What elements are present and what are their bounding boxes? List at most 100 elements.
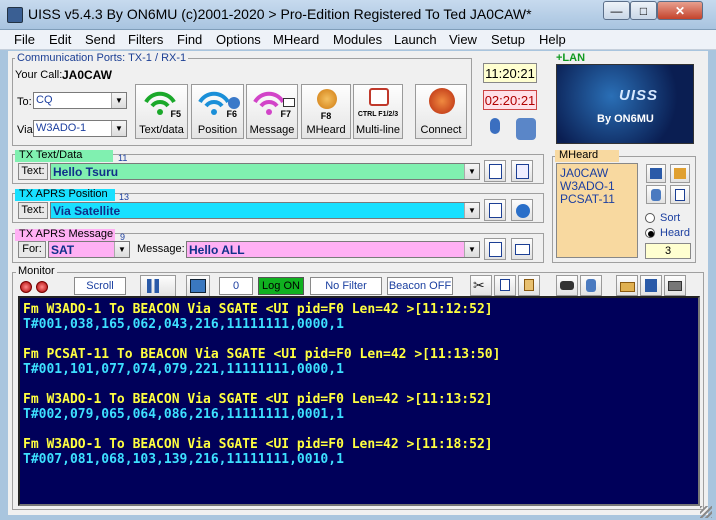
menu-edit[interactable]: Edit: [49, 32, 71, 47]
tx-text-field-label: Text:: [18, 163, 48, 180]
menu-send[interactable]: Send: [85, 32, 115, 47]
chevron-down-icon[interactable]: ▼: [111, 121, 126, 136]
mheard-count: 3: [645, 243, 691, 259]
save-list-icon[interactable]: [646, 164, 666, 183]
copy-icon[interactable]: [494, 275, 516, 296]
uiss-logo: UISS By ON6MU: [556, 64, 694, 144]
title-bar[interactable]: UISS v5.4.3 By ON6MU (c)2001-2020 > Pro-…: [0, 0, 716, 30]
edit-position-icon[interactable]: [484, 199, 506, 221]
led-icon: [36, 281, 48, 293]
mheard-button[interactable]: F8 MHeard: [301, 84, 351, 139]
scroll-button[interactable]: Scroll: [74, 277, 126, 295]
mheard-item[interactable]: W3ADO-1: [560, 179, 615, 193]
tx-pos-combo[interactable]: Via Satellite ▼: [50, 202, 480, 219]
globe-icon: [228, 97, 240, 109]
maximize-button[interactable]: □: [630, 1, 657, 20]
mheard-list[interactable]: JA0CAW W3ADO-1 PCSAT-11: [556, 163, 638, 258]
position-button[interactable]: F6 Position: [191, 84, 244, 139]
led-icon: [20, 281, 32, 293]
resize-grip[interactable]: [700, 506, 712, 518]
tx-text-combo[interactable]: Hello Tsuru ▼: [50, 163, 480, 180]
tx-pos-num: 13: [119, 192, 130, 202]
monitor-line: T#007,081,068,103,139,216,11111111,0010,…: [23, 452, 344, 467]
connect-button[interactable]: Connect: [415, 84, 467, 139]
menu-setup[interactable]: Setup: [491, 32, 525, 47]
envelope-icon: [283, 98, 295, 107]
sort-label: Sort: [660, 212, 681, 224]
tx-text-label: TX Text/Data: [19, 149, 83, 161]
text-data-button[interactable]: F5 Text/data: [135, 84, 188, 139]
message-button[interactable]: F7 Message: [246, 84, 298, 139]
chevron-down-icon[interactable]: ▼: [464, 164, 479, 179]
logo-by: By ON6MU: [597, 113, 654, 125]
to-value: CQ: [36, 94, 53, 106]
monitor-output[interactable]: Fm W3ADO-1 To BEACON Via SGATE <UI pid=F…: [18, 296, 700, 506]
multiline-button[interactable]: CTRL F1/2/3 Multi-line: [353, 84, 403, 139]
menu-options[interactable]: Options: [216, 32, 261, 47]
comm-ports-label: Communication Ports: TX-1 / RX-1: [15, 52, 189, 64]
text-data-label: Text/data: [139, 124, 184, 136]
to-label: To:: [17, 96, 32, 108]
send-mail-icon[interactable]: [511, 238, 533, 260]
open-folder-icon[interactable]: [616, 275, 638, 296]
tx-pos-value: Via Satellite: [53, 204, 121, 218]
your-call-label: Your Call:: [15, 69, 63, 81]
to-combo[interactable]: CQ ▼: [33, 92, 127, 109]
via-combo[interactable]: W3ADO-1 ▼: [33, 120, 127, 137]
menu-modules[interactable]: Modules: [333, 32, 382, 47]
mheard-item[interactable]: PCSAT-11: [560, 192, 615, 206]
sort-radio[interactable]: [645, 213, 655, 223]
window-icon[interactable]: [186, 275, 210, 297]
edit-icon[interactable]: [484, 160, 506, 182]
chevron-down-icon[interactable]: ▼: [114, 242, 129, 257]
f5-key: F5: [170, 109, 181, 119]
for-label: For:: [18, 241, 46, 258]
clear-db-icon[interactable]: [580, 275, 602, 296]
for-combo[interactable]: SAT ▼: [48, 241, 130, 258]
menu-launch[interactable]: Launch: [394, 32, 437, 47]
monitor-line: T#001,038,165,062,043,216,11111111,0000,…: [23, 317, 344, 332]
print-icon[interactable]: [664, 275, 686, 296]
packet-counter: 0: [219, 277, 253, 295]
menu-mheard[interactable]: MHeard: [273, 32, 319, 47]
minimize-button[interactable]: —: [603, 1, 630, 20]
save-icon[interactable]: [640, 275, 662, 296]
chevron-down-icon[interactable]: ▼: [464, 242, 479, 257]
document-search-icon[interactable]: [670, 185, 690, 204]
mheard-item[interactable]: JA0CAW: [560, 166, 608, 180]
people-icon: [317, 89, 337, 109]
map-icon[interactable]: [670, 164, 690, 183]
local-clock: 02:20:21: [483, 90, 537, 110]
globe-settings-icon[interactable]: [511, 199, 533, 221]
cut-icon[interactable]: ✂: [470, 275, 492, 296]
monitor-label: Monitor: [16, 265, 57, 277]
mheard-label: MHeard: [559, 149, 599, 161]
heard-radio[interactable]: [645, 228, 655, 238]
menu-find[interactable]: Find: [177, 32, 202, 47]
binoculars-icon[interactable]: [556, 275, 578, 296]
filter-toggle[interactable]: No Filter: [310, 277, 382, 295]
bar-chart-icon[interactable]: [140, 275, 176, 297]
menu-help[interactable]: Help: [539, 32, 566, 47]
microphone-icon[interactable]: [484, 116, 508, 144]
multiline-label: Multi-line: [355, 124, 400, 136]
f7-key: F7: [280, 109, 291, 119]
f6-key: F6: [226, 109, 237, 119]
chevron-down-icon[interactable]: ▼: [111, 93, 126, 108]
monitor-line: T#002,079,065,064,086,216,11111111,0001,…: [23, 407, 344, 422]
menu-filters[interactable]: Filters: [128, 32, 163, 47]
multiline-icon: [369, 88, 389, 106]
message-combo[interactable]: Hello ALL ▼: [186, 241, 480, 258]
paste-icon[interactable]: [518, 275, 540, 296]
multi-text-icon[interactable]: [511, 160, 533, 182]
beacon-toggle[interactable]: Beacon OFF: [387, 277, 453, 295]
menu-file[interactable]: File: [14, 32, 35, 47]
database-icon[interactable]: [646, 185, 666, 204]
close-button[interactable]: ✕: [657, 1, 703, 20]
voice-icon[interactable]: [511, 116, 541, 144]
edit-message-icon[interactable]: [484, 238, 506, 260]
chevron-down-icon[interactable]: ▼: [464, 203, 479, 218]
app-icon[interactable]: [7, 7, 23, 23]
log-toggle[interactable]: Log ON: [258, 277, 304, 295]
menu-view[interactable]: View: [449, 32, 477, 47]
